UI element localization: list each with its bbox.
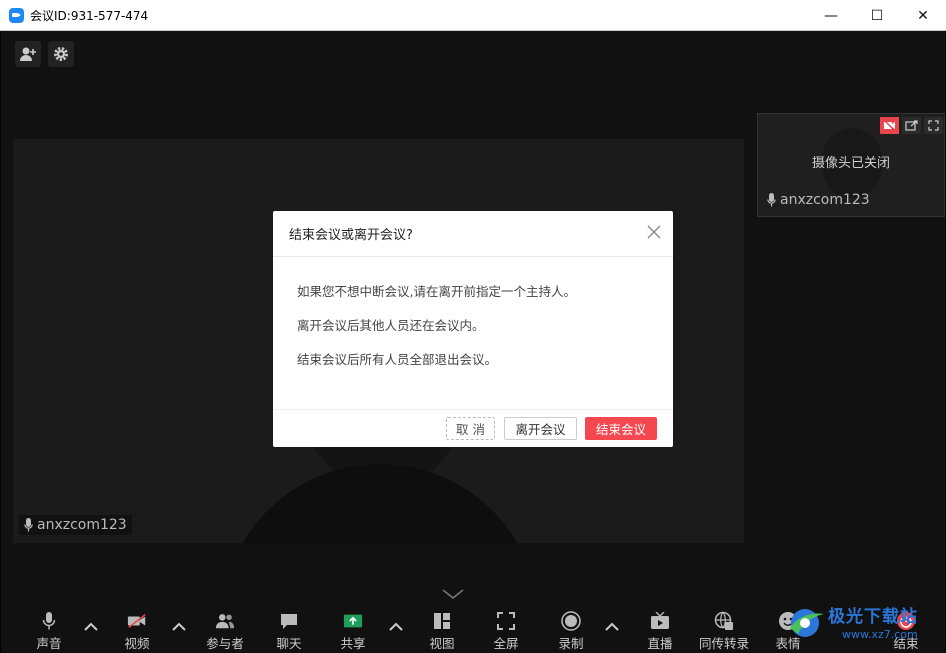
camera-off-icon <box>883 120 896 131</box>
app-logo-icon <box>9 7 24 23</box>
chevron-down-icon[interactable] <box>441 588 465 600</box>
participants-icon <box>215 614 235 629</box>
window-title: 会议ID:931-577-474 <box>30 8 149 23</box>
live-label: 直播 <box>647 636 673 651</box>
settings-button[interactable] <box>48 41 74 67</box>
record-button[interactable]: 录制 <box>541 607 601 652</box>
share-button[interactable]: 共享 <box>323 607 383 652</box>
microphone-icon <box>24 518 33 532</box>
self-participant-name: anxzcom123 <box>780 192 870 208</box>
live-button[interactable]: 直播 <box>630 607 690 652</box>
popout-button[interactable] <box>902 117 921 134</box>
cancel-button[interactable]: 取 消 <box>446 417 495 440</box>
dialog-title: 结束会议或离开会议? <box>289 228 413 243</box>
chat-label: 聊天 <box>276 636 302 651</box>
watermark-logo-icon <box>790 609 824 637</box>
live-icon <box>651 612 669 629</box>
interpretation-label: 同传转录 <box>698 636 749 651</box>
window-controls: — ☐ ✕ <box>808 0 946 31</box>
participants-label: 参与者 <box>206 636 244 651</box>
end-meeting-confirm-button[interactable]: 结束会议 <box>585 417 657 440</box>
participants-button[interactable]: 参与者 <box>195 607 255 652</box>
record-label: 录制 <box>558 636 584 651</box>
site-watermark: 极光下载站 www.xz7.com <box>780 598 940 650</box>
dialog-footer: 取 消 离开会议 结束会议 <box>273 409 673 447</box>
avatar-silhouette-body <box>221 464 539 543</box>
add-user-icon <box>20 47 36 61</box>
dialog-line-2: 离开会议后其他人员还在会议内。 <box>297 318 485 333</box>
self-participant-tag: anxzcom123 <box>763 192 874 208</box>
video-label: 视频 <box>124 636 150 651</box>
fullscreen-button[interactable]: 全屏 <box>476 607 536 652</box>
chat-icon <box>281 614 297 629</box>
translate-icon <box>714 611 733 630</box>
fullscreen-icon <box>928 120 939 131</box>
popout-icon <box>905 120 918 131</box>
audio-label: 声音 <box>36 636 62 651</box>
video-button[interactable]: 视频 <box>107 607 167 652</box>
main-participant-name: anxzcom123 <box>37 517 127 533</box>
chat-button[interactable]: 聊天 <box>259 607 319 652</box>
record-icon <box>561 611 581 631</box>
close-window-button[interactable]: ✕ <box>900 0 946 31</box>
chevron-up-icon[interactable] <box>83 621 99 633</box>
invite-button[interactable] <box>15 41 41 67</box>
self-view-thumbnail[interactable]: 摄像头已关闭 anxzcom123 <box>757 113 945 217</box>
layout-icon <box>434 613 450 629</box>
video-off-icon <box>127 614 146 628</box>
camera-off-status: 摄像头已关闭 <box>811 156 890 171</box>
chevron-up-icon[interactable] <box>604 621 620 633</box>
chevron-up-icon[interactable] <box>388 621 404 633</box>
interpretation-button[interactable]: 同传转录 <box>694 607 754 652</box>
dialog-line-1: 如果您不想中断会议,请在离开前指定一个主持人。 <box>297 284 576 299</box>
close-icon[interactable] <box>645 223 663 241</box>
main-participant-tag: anxzcom123 <box>19 515 132 535</box>
maximize-button[interactable]: ☐ <box>854 0 900 31</box>
watermark-title: 极光下载站 <box>828 607 918 627</box>
minimize-button[interactable]: — <box>808 0 854 31</box>
share-label: 共享 <box>340 636 366 651</box>
dialog-body: 如果您不想中断会议,请在离开前指定一个主持人。 离开会议后其他人员还在会议内。 … <box>273 257 673 367</box>
chevron-up-icon[interactable] <box>171 621 187 633</box>
share-icon <box>343 614 363 628</box>
end-meeting-dialog: 结束会议或离开会议? 如果您不想中断会议,请在离开前指定一个主持人。 离开会议后… <box>273 211 673 447</box>
audio-button[interactable]: 声音 <box>19 607 79 652</box>
dialog-line-3: 结束会议后所有人员全部退出会议。 <box>297 352 498 367</box>
microphone-icon <box>42 612 56 630</box>
dialog-header: 结束会议或离开会议? <box>273 211 673 257</box>
view-button[interactable]: 视图 <box>412 607 472 652</box>
leave-meeting-button[interactable]: 离开会议 <box>504 417 577 440</box>
fullscreen-icon <box>497 612 515 630</box>
fullscreen-label: 全屏 <box>493 636 519 651</box>
watermark-url: www.xz7.com <box>842 628 918 641</box>
title-bar: 会议ID:931-577-474 — ☐ ✕ <box>0 0 946 31</box>
gear-icon <box>54 47 68 61</box>
expand-thumbnail-button[interactable] <box>924 117 943 134</box>
microphone-icon <box>767 193 776 207</box>
view-label: 视图 <box>429 636 455 651</box>
camera-off-button[interactable] <box>880 117 899 134</box>
